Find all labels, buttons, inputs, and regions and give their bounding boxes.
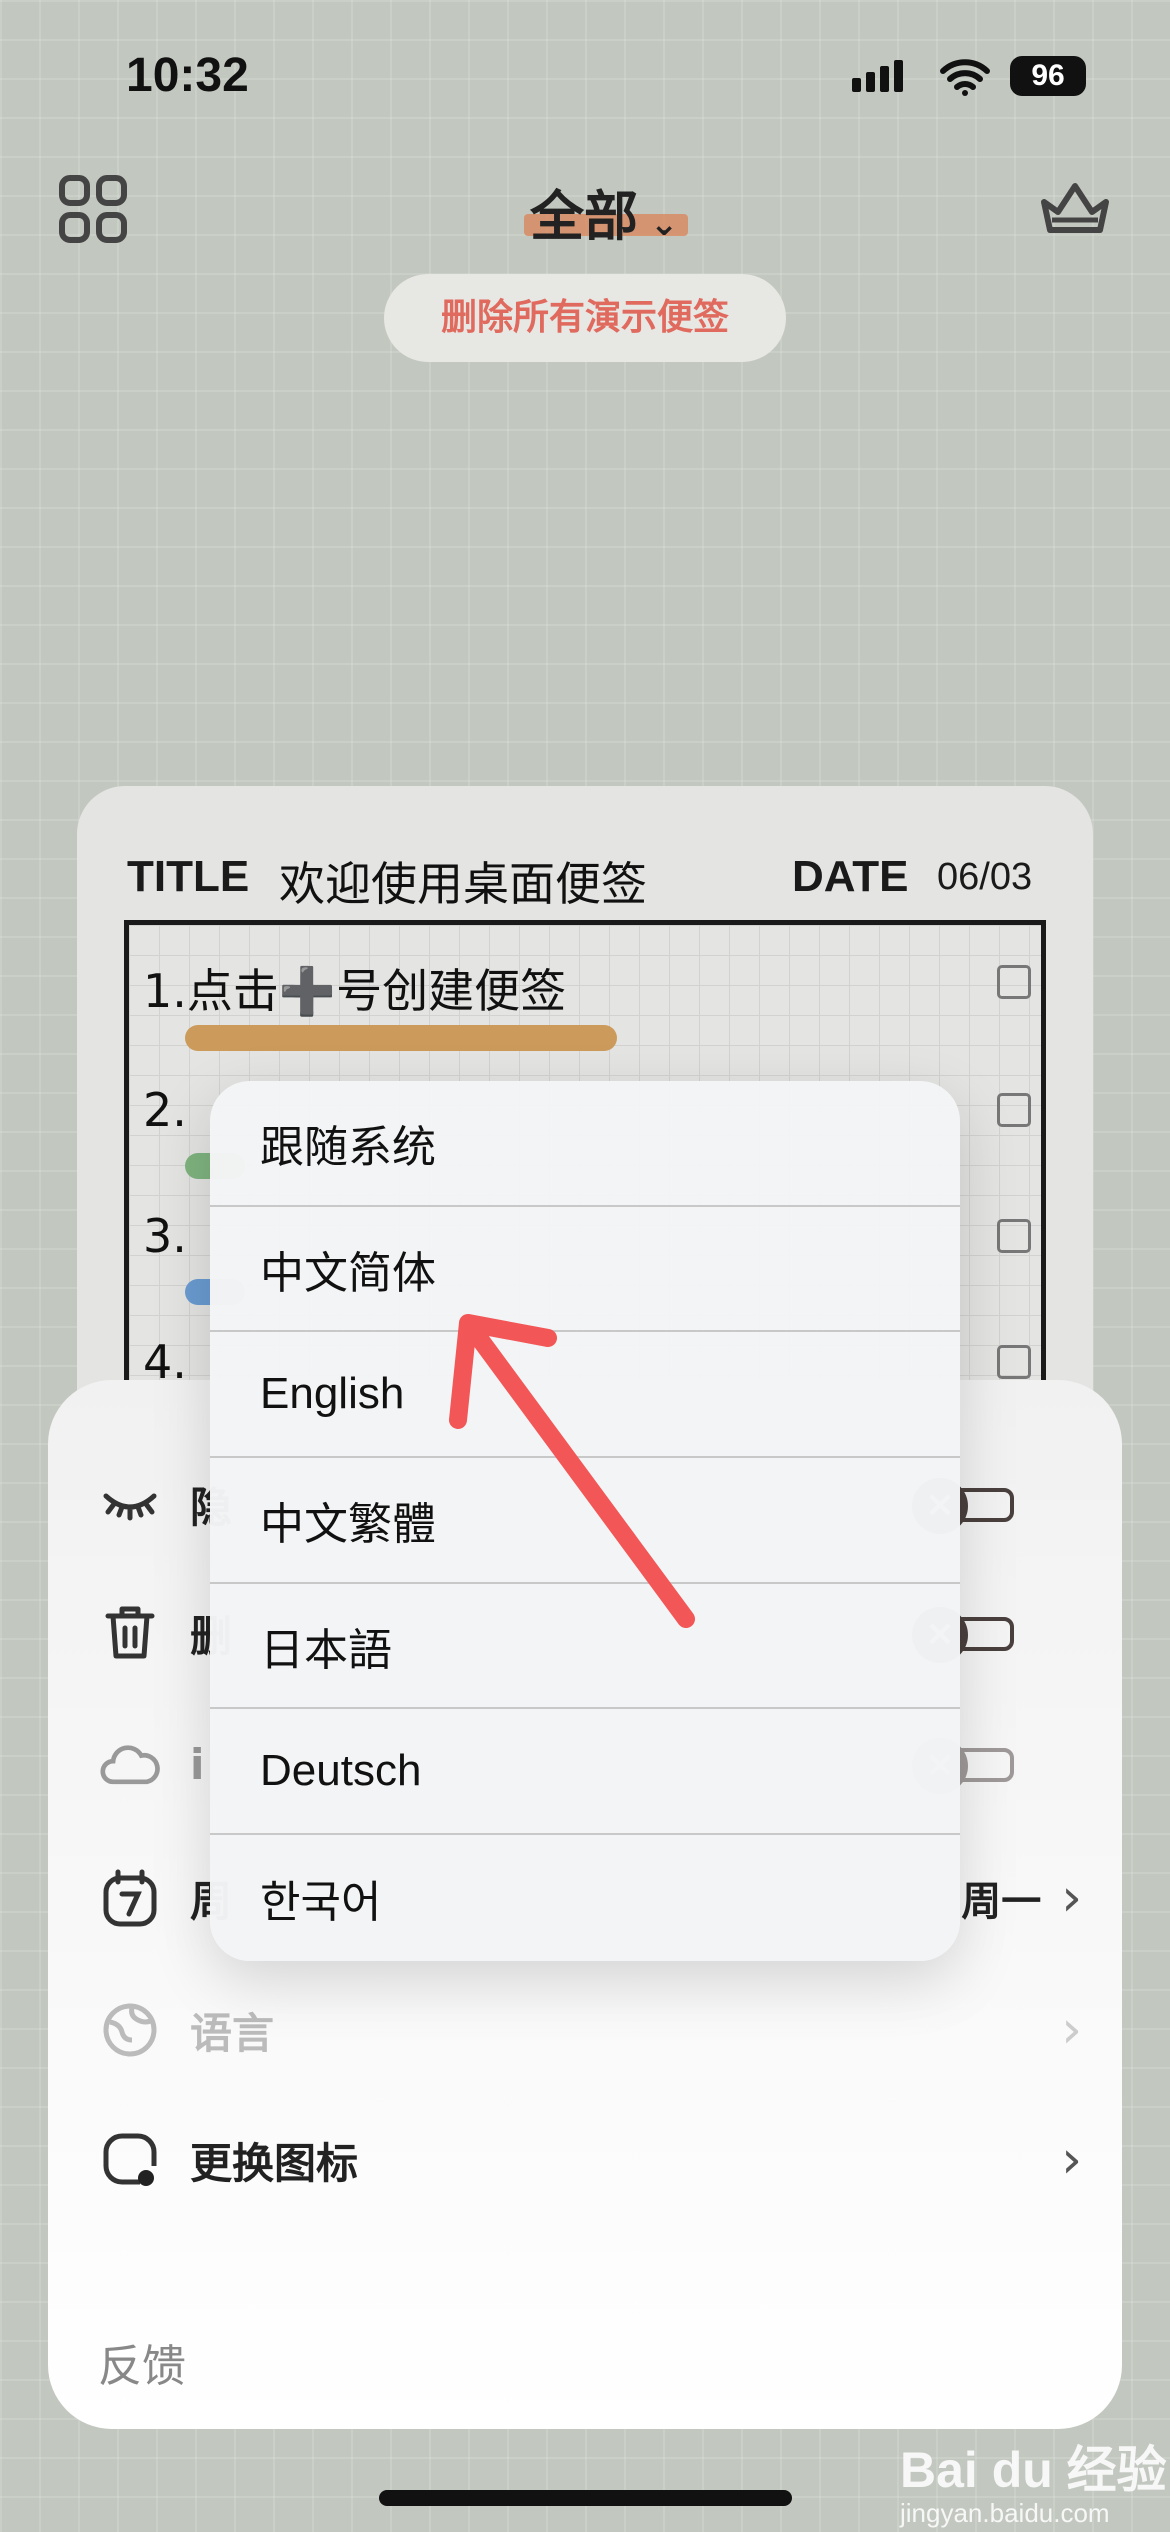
home-indicator xyxy=(379,2490,792,2506)
annotation-arrow-icon xyxy=(449,1314,695,1628)
baidu-watermark: Bai du 经验 jingyan.baidu.com xyxy=(900,2442,1167,2528)
